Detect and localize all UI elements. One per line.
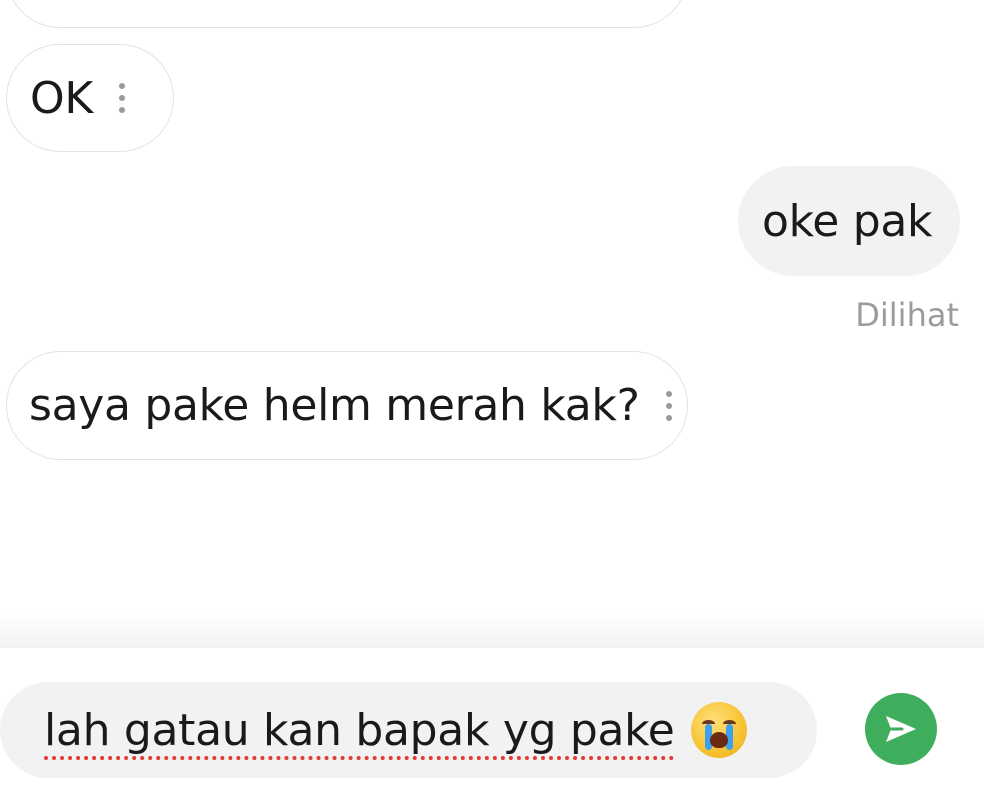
message-text: OK bbox=[30, 72, 93, 124]
loudly-crying-face-icon bbox=[690, 702, 747, 758]
incoming-message-bubble: OK bbox=[6, 44, 174, 152]
more-options-icon[interactable] bbox=[118, 83, 125, 113]
outgoing-message-bubble: oke pak bbox=[738, 166, 960, 276]
message-text: saya pake helm merah kak? bbox=[29, 380, 640, 431]
send-icon bbox=[886, 716, 916, 742]
incoming-message-bubble bbox=[6, 0, 688, 28]
composer-divider bbox=[0, 612, 984, 648]
message-text: oke pak bbox=[762, 195, 933, 247]
more-options-icon[interactable] bbox=[665, 390, 672, 421]
seen-status: Dilihat bbox=[855, 296, 959, 334]
incoming-message-bubble: saya pake helm merah kak? bbox=[6, 351, 688, 460]
message-composer: lah gatau kan bapak yg pake bbox=[0, 648, 984, 804]
message-input[interactable]: lah gatau kan bapak yg pake bbox=[0, 682, 817, 778]
send-button[interactable] bbox=[865, 693, 937, 765]
message-input-text[interactable]: lah gatau kan bapak yg pake bbox=[44, 705, 675, 756]
